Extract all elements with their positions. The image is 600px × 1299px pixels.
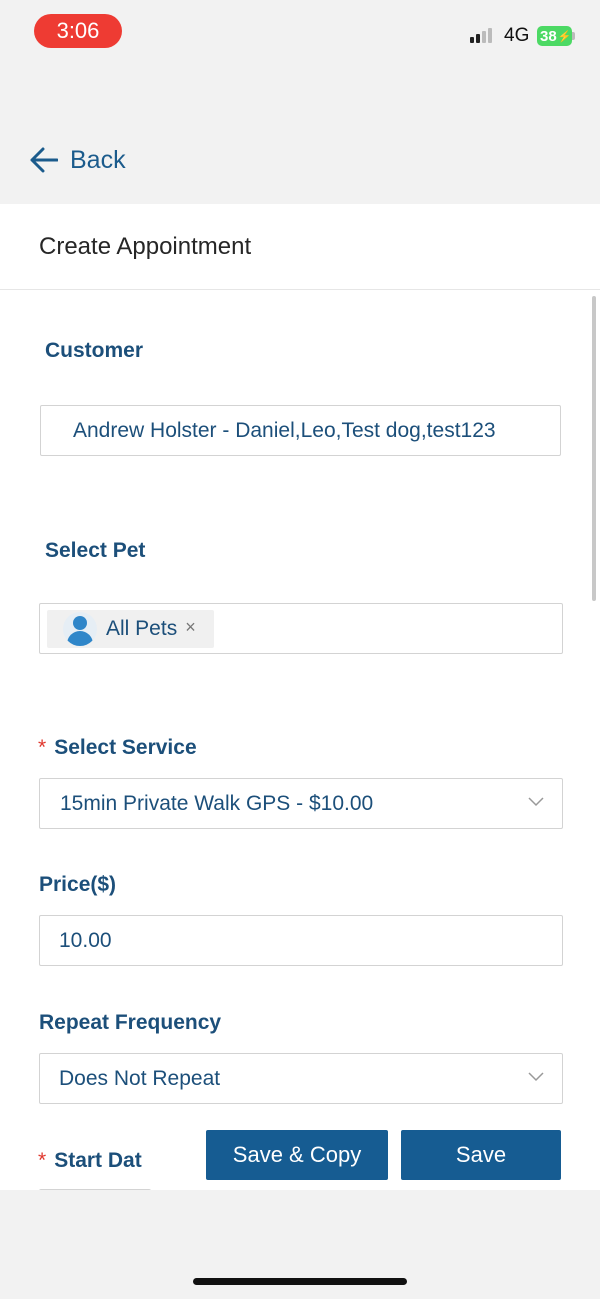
select-pet-label: Select Pet [45, 539, 146, 562]
page-title: Create Appointment [39, 232, 252, 260]
user-avatar-icon [63, 612, 97, 646]
service-value: 15min Private Walk GPS - $10.00 [60, 791, 374, 815]
customer-field[interactable]: Andrew Holster - Daniel,Leo,Test dog,tes… [40, 405, 561, 456]
repeat-frequency-label: Repeat Frequency [39, 1011, 222, 1034]
price-label: Price($) [39, 873, 117, 896]
start-date-field[interactable] [39, 1189, 151, 1190]
start-date-label: * Start Dat [38, 1149, 142, 1173]
save-button[interactable]: Save [401, 1130, 561, 1180]
battery-level: 38 [540, 27, 557, 45]
page-header: Create Appointment [0, 204, 600, 290]
pet-chip: All Pets × [47, 610, 214, 648]
save-copy-button[interactable]: Save & Copy [206, 1130, 388, 1180]
battery-cap [572, 32, 575, 40]
chevron-down-icon [528, 1072, 544, 1082]
price-input[interactable]: 10.00 [39, 915, 563, 966]
status-time: 3:06 [34, 14, 122, 48]
price-value: 10.00 [59, 928, 112, 952]
start-date-label-text: Start Dat [54, 1149, 142, 1172]
back-button[interactable]: Back [0, 130, 300, 190]
pet-chip-label: All Pets [106, 617, 178, 640]
close-icon[interactable]: × [185, 617, 196, 638]
home-indicator[interactable] [193, 1278, 407, 1285]
required-mark: * [38, 736, 47, 759]
chevron-down-icon [528, 797, 544, 807]
scrollbar[interactable] [592, 296, 596, 601]
back-label: Back [70, 146, 126, 174]
customer-value: Andrew Holster - Daniel,Leo,Test dog,tes… [73, 418, 496, 442]
battery-icon: 38 ⚡ [537, 26, 572, 46]
select-service-label: * Select Service [38, 736, 197, 760]
network-type: 4G [504, 25, 530, 46]
back-arrow-icon [30, 147, 58, 173]
repeat-frequency-select[interactable]: Does Not Repeat [39, 1053, 563, 1104]
select-pet-field[interactable]: All Pets × [39, 603, 563, 654]
required-mark: * [38, 1149, 47, 1172]
customer-label: Customer [45, 339, 144, 362]
status-bar: 3:06 4G 38 ⚡ [0, 0, 600, 70]
appointment-form: Create Appointment Customer Andrew Holst… [0, 204, 600, 1190]
select-service-label-text: Select Service [54, 736, 197, 759]
repeat-frequency-value: Does Not Repeat [59, 1066, 221, 1090]
service-select[interactable]: 15min Private Walk GPS - $10.00 [39, 778, 563, 829]
signal-icon [470, 28, 492, 43]
